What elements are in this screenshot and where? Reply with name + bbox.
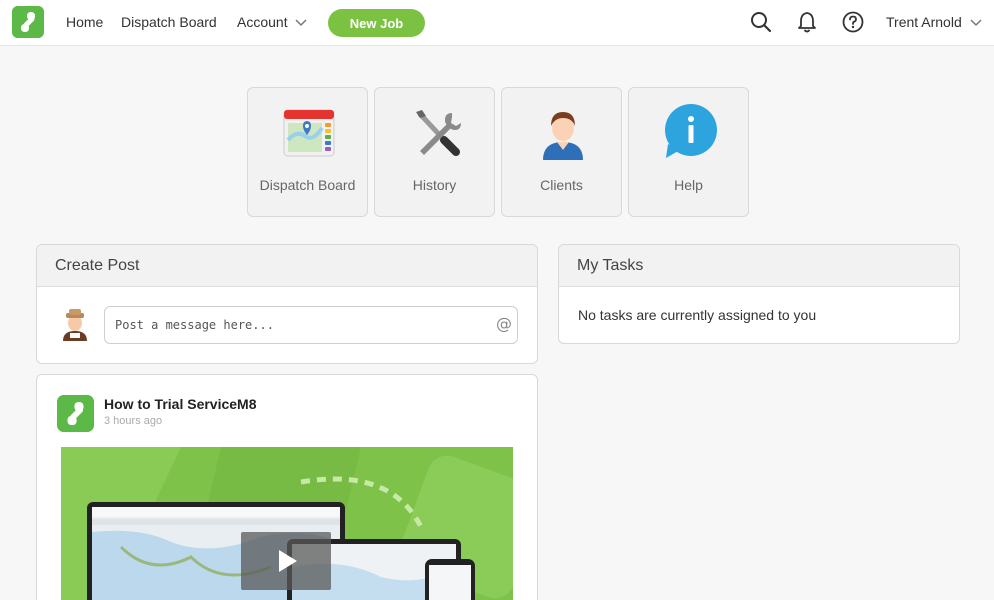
nav-account-label: Account [237,14,288,30]
tile-history[interactable]: History [374,87,495,217]
nav-account-menu[interactable]: Account [237,14,308,30]
person-icon [543,112,583,160]
feed-post-card: How to Trial ServiceM8 3 hours ago [36,374,538,600]
tile-label: Help [674,177,703,193]
info-bubble-icon [665,104,717,158]
post-message-input[interactable] [104,306,518,344]
bell-icon[interactable] [796,11,818,33]
tile-label: Clients [540,177,583,193]
nav-dispatch-board-link[interactable]: Dispatch Board [121,14,217,30]
video-thumbnail[interactable] [61,447,513,600]
tile-label: History [412,177,457,193]
servicem8-logo-icon [57,395,94,432]
tile-clients[interactable]: Clients [501,87,622,217]
feed-post-time: 3 hours ago [104,415,163,427]
user-name: Trent Arnold [886,14,962,30]
tasks-empty-message: No tasks are currently assigned to you [578,307,817,323]
chevron-down-icon [295,19,308,27]
servicem8-logo-icon[interactable] [12,6,44,38]
new-job-button[interactable]: New Job [328,9,425,37]
user-avatar-icon [63,309,87,341]
tools-icon [416,110,461,156]
tile-dispatch-board[interactable]: Dispatch Board [247,87,368,217]
mention-icon[interactable]: @ [496,314,512,333]
user-menu[interactable]: Trent Arnold [886,14,982,30]
tile-help[interactable]: Help [628,87,749,217]
play-video-button[interactable] [241,532,331,590]
chevron-down-icon [970,19,982,27]
my-tasks-card: My Tasks No tasks are currently assigned… [558,244,960,344]
feed-post-title[interactable]: How to Trial ServiceM8 [104,396,257,412]
search-icon[interactable] [750,11,772,33]
calendar-map-icon [283,109,335,157]
play-icon [279,550,297,572]
nav-home-link[interactable]: Home [66,14,103,30]
top-navigation: Home Dispatch Board Account New Job Tren… [0,0,994,46]
create-post-title: Create Post [37,245,537,287]
tile-label: Dispatch Board [259,177,356,193]
help-question-icon[interactable] [842,11,864,33]
my-tasks-title: My Tasks [559,245,959,287]
create-post-card: Create Post @ [36,244,538,364]
